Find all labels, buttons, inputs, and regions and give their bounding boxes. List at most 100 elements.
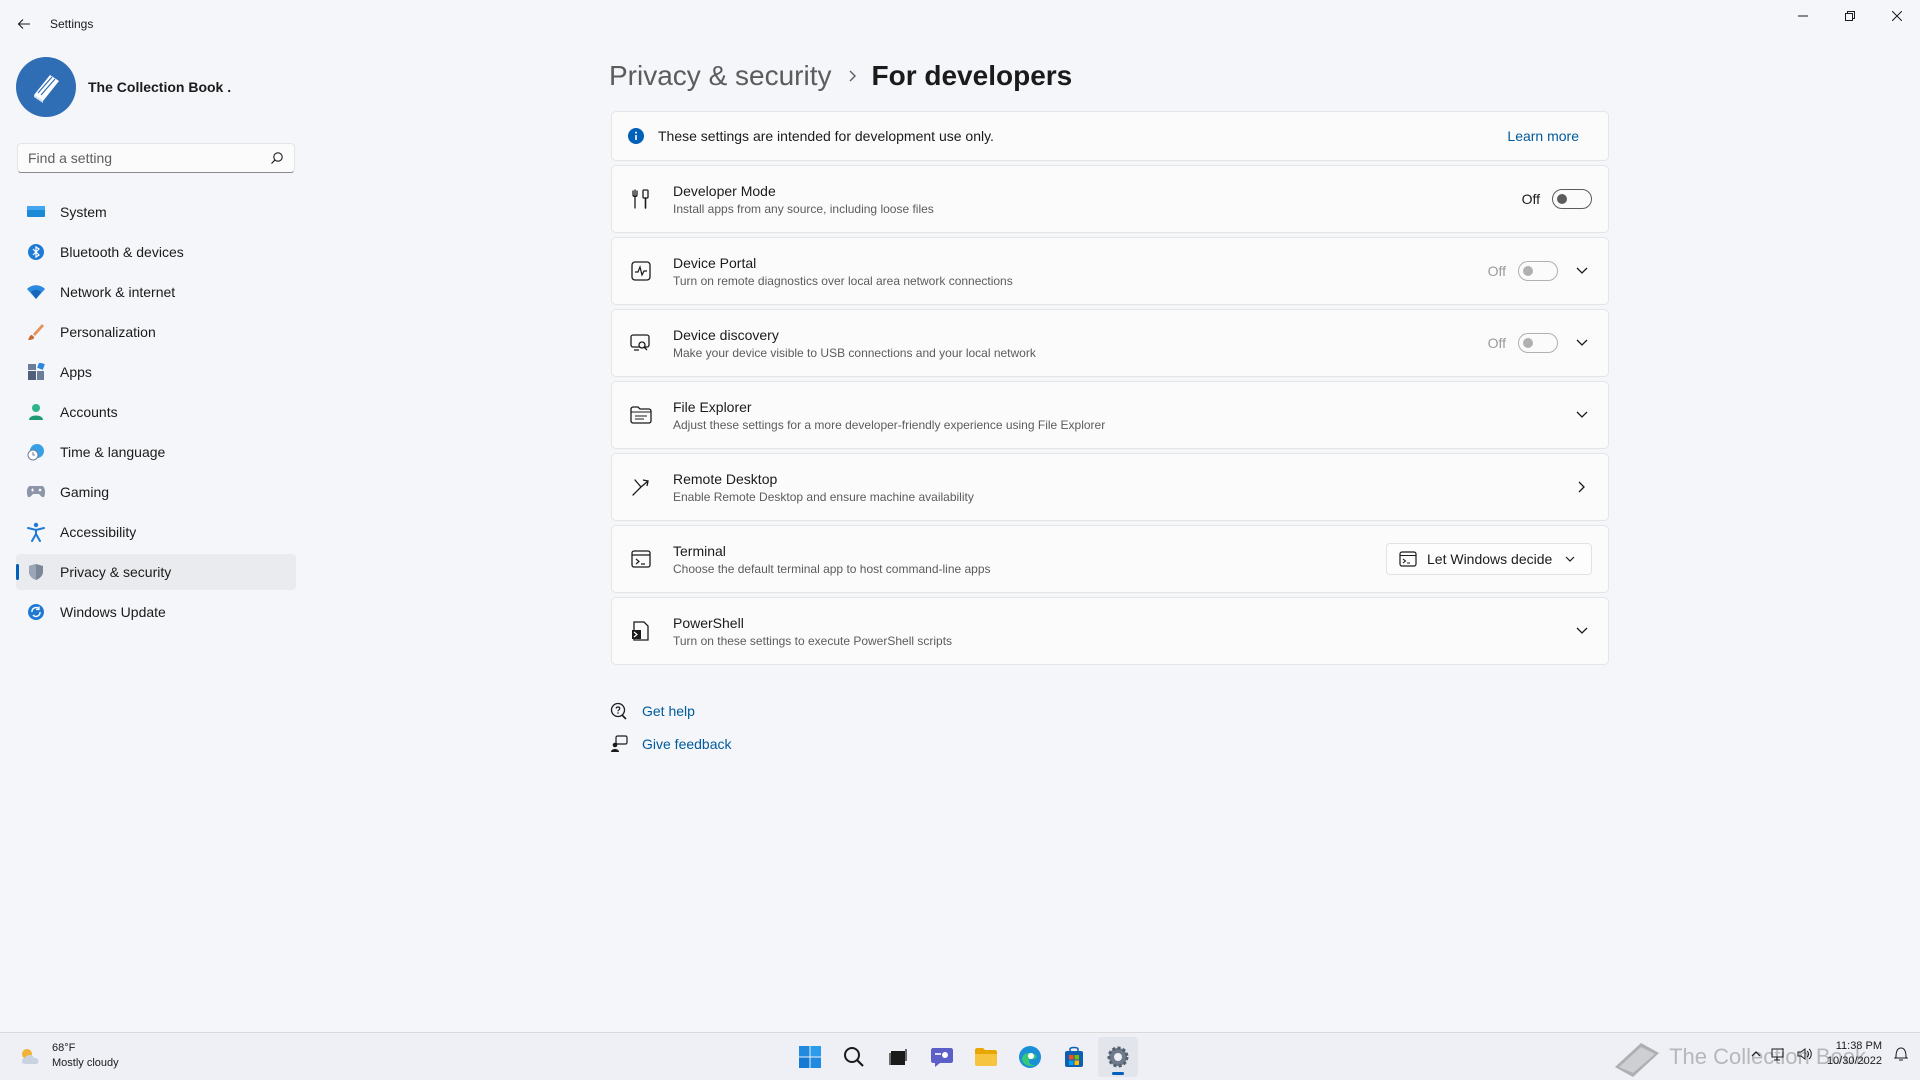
sidebar-item-label: Accessibility xyxy=(60,524,137,540)
profile-name: The Collection Book . xyxy=(88,79,232,95)
toggle-state-label: Off xyxy=(1487,335,1506,351)
edge-button[interactable] xyxy=(1010,1037,1050,1077)
taskbar-search-button[interactable] xyxy=(834,1037,874,1077)
get-help-link[interactable]: Get help xyxy=(642,703,695,719)
weather-widget[interactable]: 68°F Mostly cloudy xyxy=(18,1041,119,1071)
network-icon[interactable] xyxy=(1771,1047,1787,1061)
sidebar-item-privacy-security[interactable]: Privacy & security xyxy=(16,554,296,590)
file-explorer-row[interactable]: File Explorer Adjust these settings for … xyxy=(611,381,1609,449)
bluetooth-icon xyxy=(26,242,46,262)
breadcrumb: Privacy & security For developers xyxy=(609,56,1072,96)
sidebar-item-label: Network & internet xyxy=(60,284,176,300)
sidebar-item-label: Personalization xyxy=(60,324,156,340)
chevron-down-icon[interactable] xyxy=(1572,333,1592,353)
chat-icon xyxy=(931,1048,953,1067)
store-icon xyxy=(1065,1046,1083,1067)
system-tray: 11:38 PM 10/30/2022 xyxy=(1751,1039,1908,1069)
sidebar-item-system[interactable]: System xyxy=(16,194,296,230)
device-search-icon xyxy=(629,331,653,355)
sidebar-item-label: Accounts xyxy=(60,404,118,420)
minimize-button[interactable] xyxy=(1780,0,1826,32)
settings-search[interactable] xyxy=(17,143,295,173)
search-icon[interactable] xyxy=(270,151,284,165)
powershell-row[interactable]: PowerShell Turn on these settings to exe… xyxy=(611,597,1609,665)
title-bar: Settings xyxy=(0,0,1920,48)
sidebar-item-windows-update[interactable]: Windows Update xyxy=(16,594,296,630)
book-logo-icon xyxy=(34,75,59,103)
breadcrumb-parent[interactable]: Privacy & security xyxy=(609,60,832,92)
device-portal-toggle[interactable] xyxy=(1518,261,1558,281)
device-portal-row[interactable]: Device Portal Turn on remote diagnostics… xyxy=(611,237,1609,305)
chevron-down-icon[interactable] xyxy=(1572,405,1592,425)
row-title: Device Portal xyxy=(673,254,757,271)
chevron-down-icon[interactable] xyxy=(1572,621,1592,641)
book-logo-icon xyxy=(1615,1043,1660,1077)
sidebar-item-apps[interactable]: Apps xyxy=(16,354,296,390)
close-button[interactable] xyxy=(1874,0,1920,32)
row-title: Device discovery xyxy=(673,326,779,343)
weather-description: Mostly cloudy xyxy=(52,1057,119,1069)
sidebar-item-label: System xyxy=(60,204,107,220)
sidebar-nav: System Bluetooth & devices Network & int… xyxy=(16,194,296,634)
device-discovery-toggle[interactable] xyxy=(1518,333,1558,353)
sidebar-item-label: Privacy & security xyxy=(60,564,172,580)
notification-icon[interactable] xyxy=(1894,1046,1908,1062)
app-title: Settings xyxy=(50,17,94,31)
sidebar-item-accessibility[interactable]: Accessibility xyxy=(16,514,296,550)
globe-clock-icon xyxy=(26,442,46,462)
sidebar-item-gaming[interactable]: Gaming xyxy=(16,474,296,510)
toggle-state-label: Off xyxy=(1521,191,1540,207)
sidebar-item-label: Bluetooth & devices xyxy=(60,244,184,260)
powershell-icon xyxy=(629,619,653,643)
teams-chat-button[interactable] xyxy=(922,1037,962,1077)
back-arrow-icon xyxy=(17,19,30,29)
row-title: Terminal xyxy=(673,542,726,559)
restore-icon xyxy=(1845,11,1855,21)
sidebar-item-personalization[interactable]: Personalization xyxy=(16,314,296,350)
remote-desktop-row[interactable]: Remote Desktop Enable Remote Desktop and… xyxy=(611,453,1609,521)
row-title: PowerShell xyxy=(673,614,744,631)
terminal-app-dropdown[interactable]: Let Windows decide xyxy=(1386,543,1592,575)
learn-more-link[interactable]: Learn more xyxy=(1507,128,1579,144)
terminal-row: Terminal Choose the default terminal app… xyxy=(611,525,1609,593)
row-description: Install apps from any source, including … xyxy=(673,201,934,216)
help-chat-icon xyxy=(610,702,627,720)
sidebar-item-label: Apps xyxy=(60,364,92,380)
volume-icon[interactable] xyxy=(1797,1047,1813,1061)
settings-window: Settings The Collection Book . Syste xyxy=(0,0,1920,1032)
sidebar-item-time-language[interactable]: Time & language xyxy=(16,434,296,470)
sidebar-item-bluetooth[interactable]: Bluetooth & devices xyxy=(16,234,296,270)
developer-mode-row: Developer Mode Install apps from any sou… xyxy=(611,165,1609,233)
shield-icon xyxy=(26,562,46,582)
sidebar-item-network[interactable]: Network & internet xyxy=(16,274,296,310)
search-input[interactable] xyxy=(18,144,258,172)
chevron-right-icon[interactable] xyxy=(1572,477,1592,497)
start-button[interactable] xyxy=(790,1037,830,1077)
give-feedback-link[interactable]: Give feedback xyxy=(642,736,732,752)
clock-date: 10/30/2022 xyxy=(1826,1055,1882,1067)
chevron-down-icon[interactable] xyxy=(1572,261,1592,281)
chevron-up-icon[interactable] xyxy=(1751,1051,1761,1057)
avatar xyxy=(16,57,76,117)
refresh-icon xyxy=(26,602,46,622)
row-title: Remote Desktop xyxy=(673,470,778,487)
developer-mode-toggle[interactable] xyxy=(1552,189,1592,209)
device-discovery-row[interactable]: Device discovery Make your device visibl… xyxy=(611,309,1609,377)
dropdown-selected-value: Let Windows decide xyxy=(1427,551,1553,567)
file-explorer-button[interactable] xyxy=(966,1037,1006,1077)
accessibility-icon xyxy=(26,522,46,542)
clock[interactable]: 11:38 PM 10/30/2022 xyxy=(1827,1039,1882,1069)
back-button[interactable] xyxy=(12,12,36,36)
task-view-button[interactable] xyxy=(878,1037,918,1077)
sidebar-item-accounts[interactable]: Accounts xyxy=(16,394,296,430)
user-profile[interactable]: The Collection Book . xyxy=(16,56,231,118)
chevron-right-icon xyxy=(848,69,858,83)
folder-icon xyxy=(975,1048,997,1066)
row-title: File Explorer xyxy=(673,398,752,415)
taskbar-apps xyxy=(790,1037,1142,1077)
settings-app-button[interactable] xyxy=(1098,1037,1138,1077)
clock-time: 11:38 PM xyxy=(1835,1040,1882,1052)
store-button[interactable] xyxy=(1054,1037,1094,1077)
search-icon xyxy=(844,1047,864,1067)
restore-button[interactable] xyxy=(1827,0,1873,32)
